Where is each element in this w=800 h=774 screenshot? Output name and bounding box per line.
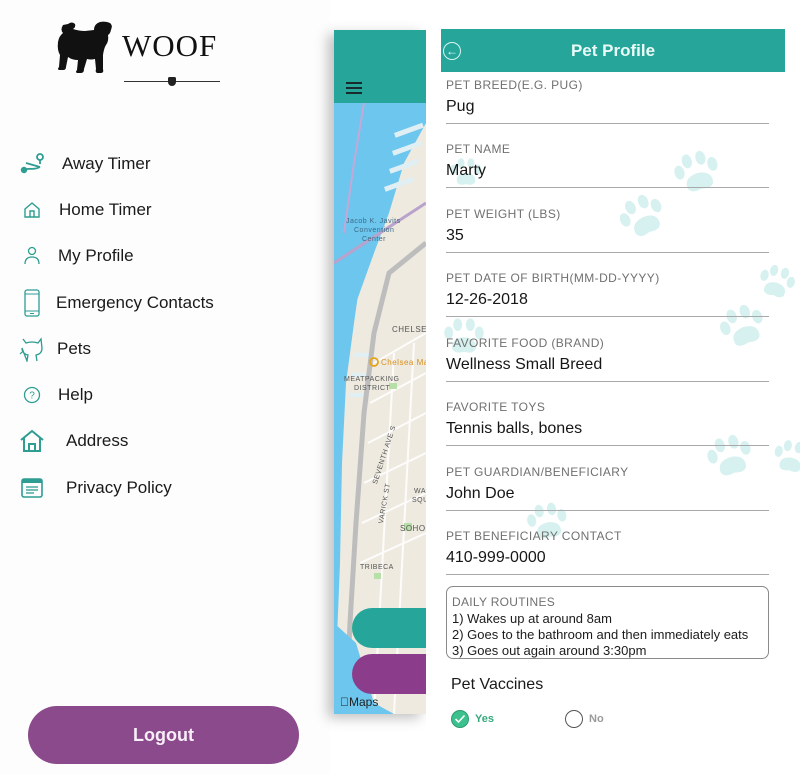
menu-item-away-timer[interactable]: Away Timer [0,144,300,184]
field-label: PET GUARDIAN/BENEFICIARY [446,465,629,479]
page-title: Pet Profile [570,41,656,60]
field-label: PET DATE OF BIRTH(MM-DD-YYYY) [446,271,660,285]
question-circle-icon: ? [18,381,46,409]
map-label-meatpacking-2: DISTRICT [354,385,391,392]
field-underline [446,574,769,575]
map-action-button-teal[interactable] [352,608,426,648]
empty-circle-icon [565,710,583,728]
field-pet-guardian[interactable]: PET GUARDIAN/BENEFICIARY John Doe [446,465,769,521]
menu-item-home-timer[interactable]: Home Timer [0,190,300,230]
route-pin-icon [18,150,46,178]
field-label: PET BENEFICIARY CONTACT [446,529,622,543]
map-label-chelsea-market: Chelsea Ma [381,358,426,367]
menu-item-label: My Profile [58,246,134,265]
field-underline [446,123,769,124]
map-label-javits-2: Convention [354,227,395,234]
field-label: PET WEIGHT (LBS) [446,207,561,221]
menu-item-label: Help [58,385,93,404]
map-label-squ: SQU [412,497,426,504]
pet-breed-input[interactable]: Pug [446,98,769,116]
vaccines-no-radio[interactable]: No [565,710,604,728]
logo-shield-mark [168,77,176,86]
map-label-soho: SOHO [400,524,426,533]
field-label: FAVORITE FOOD (BRAND) [446,336,605,350]
field-label: PET BREED(E.G. PUG) [446,78,583,92]
back-arrow-circle-icon[interactable]: ← [443,42,461,60]
logout-button[interactable]: Logout [28,706,299,764]
map-label-javits-3: Center [362,236,387,243]
menu-item-label: Home Timer [59,200,152,219]
field-favorite-toys[interactable]: FAVORITE TOYS Tennis balls, bones [446,400,769,456]
profile-header: Pet Profile ← [441,29,785,72]
field-underline [446,510,769,511]
radio-label: No [589,713,604,725]
pet-profile-screen: Pet Profile ← PET BREED(E.G. PUG) Pug PE… [426,0,800,774]
paw-print-icon [774,440,800,472]
favorite-food-input[interactable]: Wellness Small Breed [446,356,769,374]
menu-item-label: Privacy Policy [66,478,172,497]
menu-item-emergency-contacts[interactable]: Emergency Contacts [0,283,300,323]
daily-routines-textarea[interactable]: DAILY ROUTINES 1) Wakes up at around 8am… [446,586,769,659]
svg-text:?: ? [29,391,35,402]
apple-maps-attribution: Maps [340,695,378,709]
field-beneficiary-contact[interactable]: PET BENEFICIARY CONTACT 410-999-0000 [446,529,769,585]
hamburger-icon[interactable] [346,82,362,94]
woof-logo: WOOF [44,16,224,86]
routine-line: 3) Goes out again around 3:30pm [452,643,647,658]
menu-item-pets[interactable]: Pets [0,329,300,369]
house-outline-icon [18,196,46,224]
menu-item-privacy-policy[interactable]: Privacy Policy [0,468,300,508]
beneficiary-contact-input[interactable]: 410-999-0000 [446,549,769,567]
field-pet-dob[interactable]: PET DATE OF BIRTH(MM-DD-YYYY) 12-26-2018 [446,271,769,327]
menu-item-address[interactable]: Address [0,421,300,461]
pet-vaccines-heading: Pet Vaccines [451,676,544,693]
menu-item-my-profile[interactable]: My Profile [0,236,300,276]
field-label: PET NAME [446,142,511,156]
map-screen: Jacob K. Javits Convention Center CHELSE… [334,30,426,714]
field-favorite-food[interactable]: FAVORITE FOOD (BRAND) Wellness Small Bre… [446,336,769,392]
pet-guardian-input[interactable]: John Doe [446,485,769,503]
brand-name: WOOF [122,28,218,63]
map-label-meatpacking-1: MEATPACKING [344,376,400,383]
menu-item-label: Emergency Contacts [56,293,214,312]
radio-label: Yes [475,713,494,725]
phone-icon [18,289,46,317]
routine-line: 1) Wakes up at around 8am [452,611,612,626]
pet-name-input[interactable]: Marty [446,162,769,180]
map-label-javits-1: Jacob K. Javits [346,218,401,225]
map-action-button-purple[interactable] [352,654,426,694]
side-menu: WOOF Away Timer Home Timer My Profile Em… [0,0,330,774]
vaccines-yes-radio[interactable]: Yes [451,710,494,728]
menu-item-label: Address [66,431,129,450]
menu-item-label: Away Timer [62,154,151,173]
map-label-wa: WA [414,488,426,495]
home-icon [18,427,46,455]
field-pet-weight[interactable]: PET WEIGHT (LBS) 35 [446,207,769,263]
field-underline [446,381,769,382]
routine-line: 2) Goes to the bathroom and then immedia… [452,627,749,642]
favorite-toys-input[interactable]: Tennis balls, bones [446,420,769,438]
cat-head-icon [18,335,46,363]
menu-item-help[interactable]: ? Help [0,375,300,415]
menu-item-label: Pets [57,339,92,358]
person-icon [18,242,46,270]
document-icon [18,474,46,502]
pet-weight-input[interactable]: 35 [446,227,769,245]
field-pet-name[interactable]: PET NAME Marty [446,142,769,198]
field-underline [446,187,769,188]
pug-silhouette-icon [57,21,112,74]
field-underline [446,252,769,253]
pet-dob-input[interactable]: 12-26-2018 [446,291,769,309]
map-label-tribeca: TRIBECA [360,564,394,571]
map-header [334,30,426,103]
field-label: FAVORITE TOYS [446,400,546,414]
field-pet-breed[interactable]: PET BREED(E.G. PUG) Pug [446,78,769,134]
map-label-chelsea: CHELSE [392,325,426,334]
field-underline [446,445,769,446]
field-underline [446,316,769,317]
daily-routines-label: DAILY ROUTINES [452,595,556,609]
checkmark-circle-icon [451,710,469,728]
